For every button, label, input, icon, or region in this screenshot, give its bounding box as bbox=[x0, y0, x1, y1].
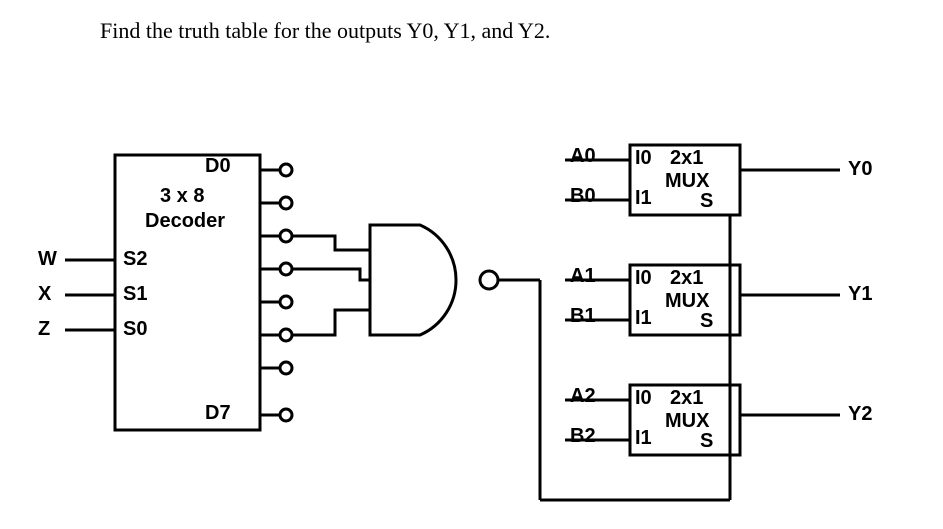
signal-x: X bbox=[38, 283, 51, 306]
decoder-title1: 3 x 8 bbox=[160, 185, 204, 208]
mux2-s: S bbox=[700, 430, 713, 453]
mux2-i0: I0 bbox=[635, 387, 652, 410]
label-b2: B2 bbox=[570, 425, 596, 448]
label-y0: Y0 bbox=[848, 158, 872, 181]
decoder-s0: S0 bbox=[123, 318, 147, 341]
decoder-outputs bbox=[260, 164, 292, 421]
mux1-i1: I1 bbox=[635, 307, 652, 330]
decoder-d0: D0 bbox=[205, 155, 231, 178]
mux0-i1: I1 bbox=[635, 187, 652, 210]
mux1-type: 2x1 bbox=[670, 267, 703, 290]
label-a1: A1 bbox=[570, 265, 596, 288]
mux0-s: S bbox=[700, 190, 713, 213]
label-y2: Y2 bbox=[848, 403, 872, 426]
label-a2: A2 bbox=[570, 385, 596, 408]
label-b1: B1 bbox=[570, 305, 596, 328]
mux1-i0: I0 bbox=[635, 267, 652, 290]
label-a0: A0 bbox=[570, 145, 596, 168]
decoder-title2: Decoder bbox=[145, 210, 225, 233]
signal-z: Z bbox=[38, 318, 50, 341]
mux0-type: 2x1 bbox=[670, 147, 703, 170]
label-y1: Y1 bbox=[848, 283, 872, 306]
label-b0: B0 bbox=[570, 185, 596, 208]
mux1-s: S bbox=[700, 310, 713, 333]
decoder-d7: D7 bbox=[205, 402, 231, 425]
decoder-s2: S2 bbox=[123, 248, 147, 271]
nand3-gate bbox=[370, 225, 456, 335]
nand3-bubble bbox=[480, 271, 498, 289]
mux0-i0: I0 bbox=[635, 147, 652, 170]
signal-w: W bbox=[38, 248, 57, 271]
mux2-i1: I1 bbox=[635, 427, 652, 450]
decoder-s1: S1 bbox=[123, 283, 147, 306]
mux2-type: 2x1 bbox=[670, 387, 703, 410]
